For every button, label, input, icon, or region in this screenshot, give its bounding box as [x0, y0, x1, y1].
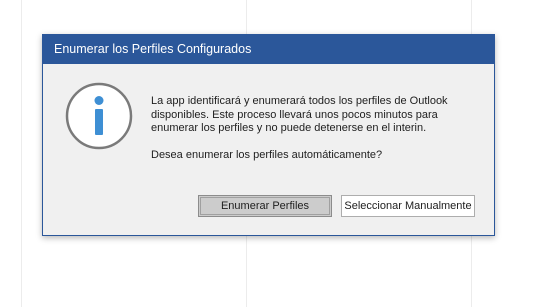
dialog-message: La app identificará y enumerará todos lo… — [151, 95, 448, 134]
dialog-question: Desea enumerar los perfiles automáticame… — [151, 149, 383, 161]
enumerate-profiles-dialog: Enumerar los Perfiles Configurados La ap… — [42, 34, 495, 236]
info-icon — [65, 82, 133, 150]
enumerate-profiles-button[interactable]: Enumerar Perfiles — [198, 195, 332, 217]
select-manually-button[interactable]: Seleccionar Manualmente — [341, 195, 475, 217]
select-manually-button-label: Seleccionar Manualmente — [344, 200, 472, 212]
background-column-divider — [21, 0, 22, 307]
dialog-title[interactable]: Enumerar los Perfiles Configurados — [43, 35, 494, 64]
enumerate-profiles-button-label: Enumerar Perfiles — [220, 200, 310, 212]
